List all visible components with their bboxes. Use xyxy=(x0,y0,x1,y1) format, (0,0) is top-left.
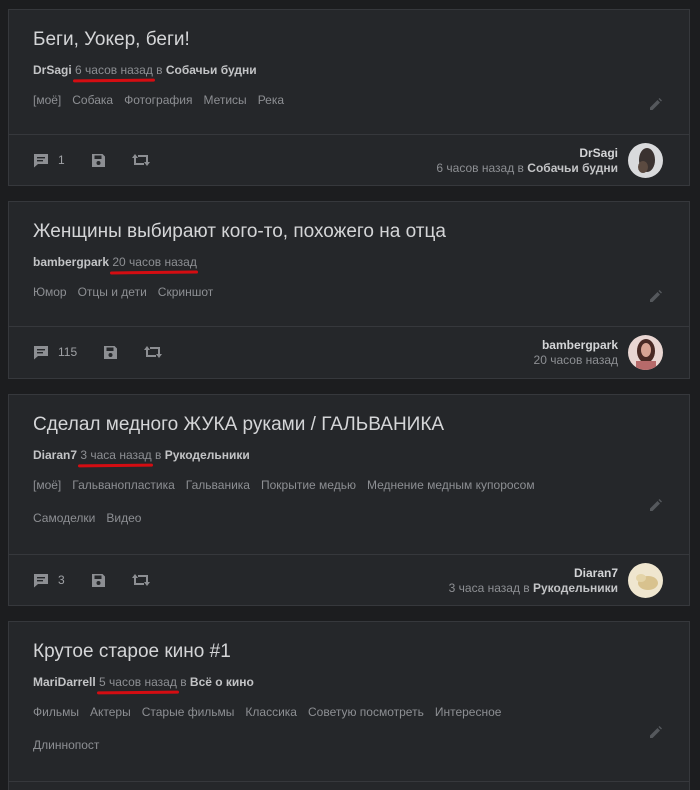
footer-author: DrSagi 6 часов назад в Собачьи будни xyxy=(436,143,663,178)
comments-button[interactable]: 115 xyxy=(33,345,77,360)
comment-icon xyxy=(34,345,48,359)
post-meta: MariDarrell 5 часов назад в Всё о кино xyxy=(33,674,665,690)
post-in-word: в xyxy=(155,448,162,462)
post-card: Беги, Уокер, беги! DrSagi 6 часов назад … xyxy=(8,9,690,186)
post-title[interactable]: Беги, Уокер, беги! xyxy=(33,27,665,53)
save-button[interactable] xyxy=(91,153,106,168)
tag[interactable]: Метисы xyxy=(203,92,246,108)
tag[interactable]: Длиннопост xyxy=(33,737,99,753)
pencil-icon[interactable] xyxy=(649,498,663,512)
post-tags: [моё] Собака Фотография Метисы Река xyxy=(33,92,665,108)
tag[interactable]: [моё] xyxy=(33,92,61,108)
post-in-word: в xyxy=(180,675,187,689)
post-card: Женщины выбирают кого-то, похожего на от… xyxy=(8,201,690,379)
post-meta: Diaran7 3 часа назад в Рукодельники xyxy=(33,447,665,463)
tag[interactable]: Юмор xyxy=(33,284,67,300)
post-meta: bambergpark 20 часов назад xyxy=(33,254,665,270)
post-time[interactable]: 3 часа назад xyxy=(80,448,151,462)
avatar[interactable] xyxy=(628,143,663,178)
footer-author: bambergpark 20 часов назад xyxy=(534,335,663,370)
save-icon xyxy=(104,345,118,359)
footer-author-name[interactable]: Diaran7 xyxy=(449,566,618,581)
comment-icon xyxy=(34,573,48,587)
save-button[interactable] xyxy=(91,573,106,588)
repost-button[interactable] xyxy=(131,153,150,167)
comment-icon xyxy=(34,153,48,167)
tag[interactable]: Гальваника xyxy=(186,477,250,493)
pencil-icon[interactable] xyxy=(649,289,663,303)
repost-icon xyxy=(131,574,150,586)
post-footer: 1 DrSagi 6 часов назад в Собачьи будни xyxy=(9,134,689,185)
footer-community[interactable]: Собачьи будни xyxy=(527,161,618,175)
save-icon xyxy=(91,153,105,167)
tag[interactable]: Меднение медным купоросом xyxy=(367,477,535,493)
comments-count: 3 xyxy=(58,573,65,587)
tag[interactable]: Река xyxy=(258,92,284,108)
tag[interactable]: Классика xyxy=(245,704,297,720)
post-author[interactable]: MariDarrell xyxy=(33,675,96,689)
tag[interactable]: Покрытие медью xyxy=(261,477,356,493)
tag[interactable]: Отцы и дети xyxy=(78,284,147,300)
post-title[interactable]: Женщины выбирают кого-то, похожего на от… xyxy=(33,219,665,245)
post-author[interactable]: DrSagi xyxy=(33,63,72,77)
save-icon xyxy=(91,573,105,587)
tag[interactable]: Старые фильмы xyxy=(142,704,235,720)
footer-author-name[interactable]: DrSagi xyxy=(436,146,618,161)
footer-time: 6 часов назад в xyxy=(436,160,524,175)
comments-count: 115 xyxy=(58,345,78,359)
post-community[interactable]: Собачьи будни xyxy=(166,63,257,77)
post-community[interactable]: Рукодельники xyxy=(165,448,250,462)
tag[interactable]: [моё] xyxy=(33,477,61,493)
tag[interactable]: Видео xyxy=(106,510,141,526)
post-footer: 115 bambergpark 20 часов назад xyxy=(9,326,689,377)
post-tags: Юмор Отцы и дети Скриншот xyxy=(33,284,665,300)
tag[interactable]: Гальванопластика xyxy=(72,477,175,493)
tag[interactable]: Фотография xyxy=(124,92,192,108)
avatar[interactable] xyxy=(628,563,663,598)
tag[interactable]: Фильмы xyxy=(33,704,79,720)
save-button[interactable] xyxy=(103,345,118,360)
tag[interactable]: Самоделки xyxy=(33,510,95,526)
comments-button[interactable]: 3 xyxy=(33,573,65,588)
repost-icon xyxy=(144,346,163,358)
footer-community[interactable]: Рукодельники xyxy=(533,581,618,595)
post-tags: [моё] Гальванопластика Гальваника Покрыт… xyxy=(33,477,665,526)
post-tags: Фильмы Актеры Старые фильмы Классика Сов… xyxy=(33,704,665,753)
tag[interactable]: Собака xyxy=(72,92,113,108)
post-author[interactable]: bambergpark xyxy=(33,255,109,269)
footer-time: 3 часа назад в xyxy=(448,580,530,595)
post-community[interactable]: Всё о кино xyxy=(190,675,254,689)
repost-button[interactable] xyxy=(144,345,163,359)
pencil-icon[interactable] xyxy=(649,97,663,111)
repost-button[interactable] xyxy=(131,573,150,587)
repost-icon xyxy=(131,154,150,166)
post-in-word: в xyxy=(156,63,163,77)
comments-button[interactable]: 1 xyxy=(33,153,65,168)
comments-count: 1 xyxy=(58,153,65,167)
post-meta: DrSagi 6 часов назад в Собачьи будни xyxy=(33,62,665,78)
footer-author-name[interactable]: bambergpark xyxy=(534,338,618,353)
post-footer: 3 Diaran7 3 часа назад в Рукодельники xyxy=(9,554,689,605)
post-time[interactable]: 5 часов назад xyxy=(99,675,177,689)
pencil-icon[interactable] xyxy=(649,725,663,739)
post-author[interactable]: Diaran7 xyxy=(33,448,77,462)
post-card: Крутое старое кино #1 MariDarrell 5 часо… xyxy=(8,621,690,790)
tag[interactable]: Актеры xyxy=(90,704,131,720)
tag[interactable]: Скриншот xyxy=(158,284,213,300)
post-time[interactable]: 6 часов назад xyxy=(75,63,153,77)
tag[interactable]: Интересное xyxy=(435,704,502,720)
post-footer-divider xyxy=(9,781,689,782)
tag[interactable]: Советую посмотреть xyxy=(308,704,424,720)
post-time[interactable]: 20 часов назад xyxy=(112,255,196,269)
footer-author: Diaran7 3 часа назад в Рукодельники xyxy=(449,563,663,598)
post-card: Сделал медного ЖУКА руками / ГАЛЬВАНИКА … xyxy=(8,394,690,606)
post-title[interactable]: Сделал медного ЖУКА руками / ГАЛЬВАНИКА xyxy=(33,412,665,438)
footer-time: 20 часов назад xyxy=(533,352,618,367)
avatar[interactable] xyxy=(628,335,663,370)
post-title[interactable]: Крутое старое кино #1 xyxy=(33,639,665,665)
